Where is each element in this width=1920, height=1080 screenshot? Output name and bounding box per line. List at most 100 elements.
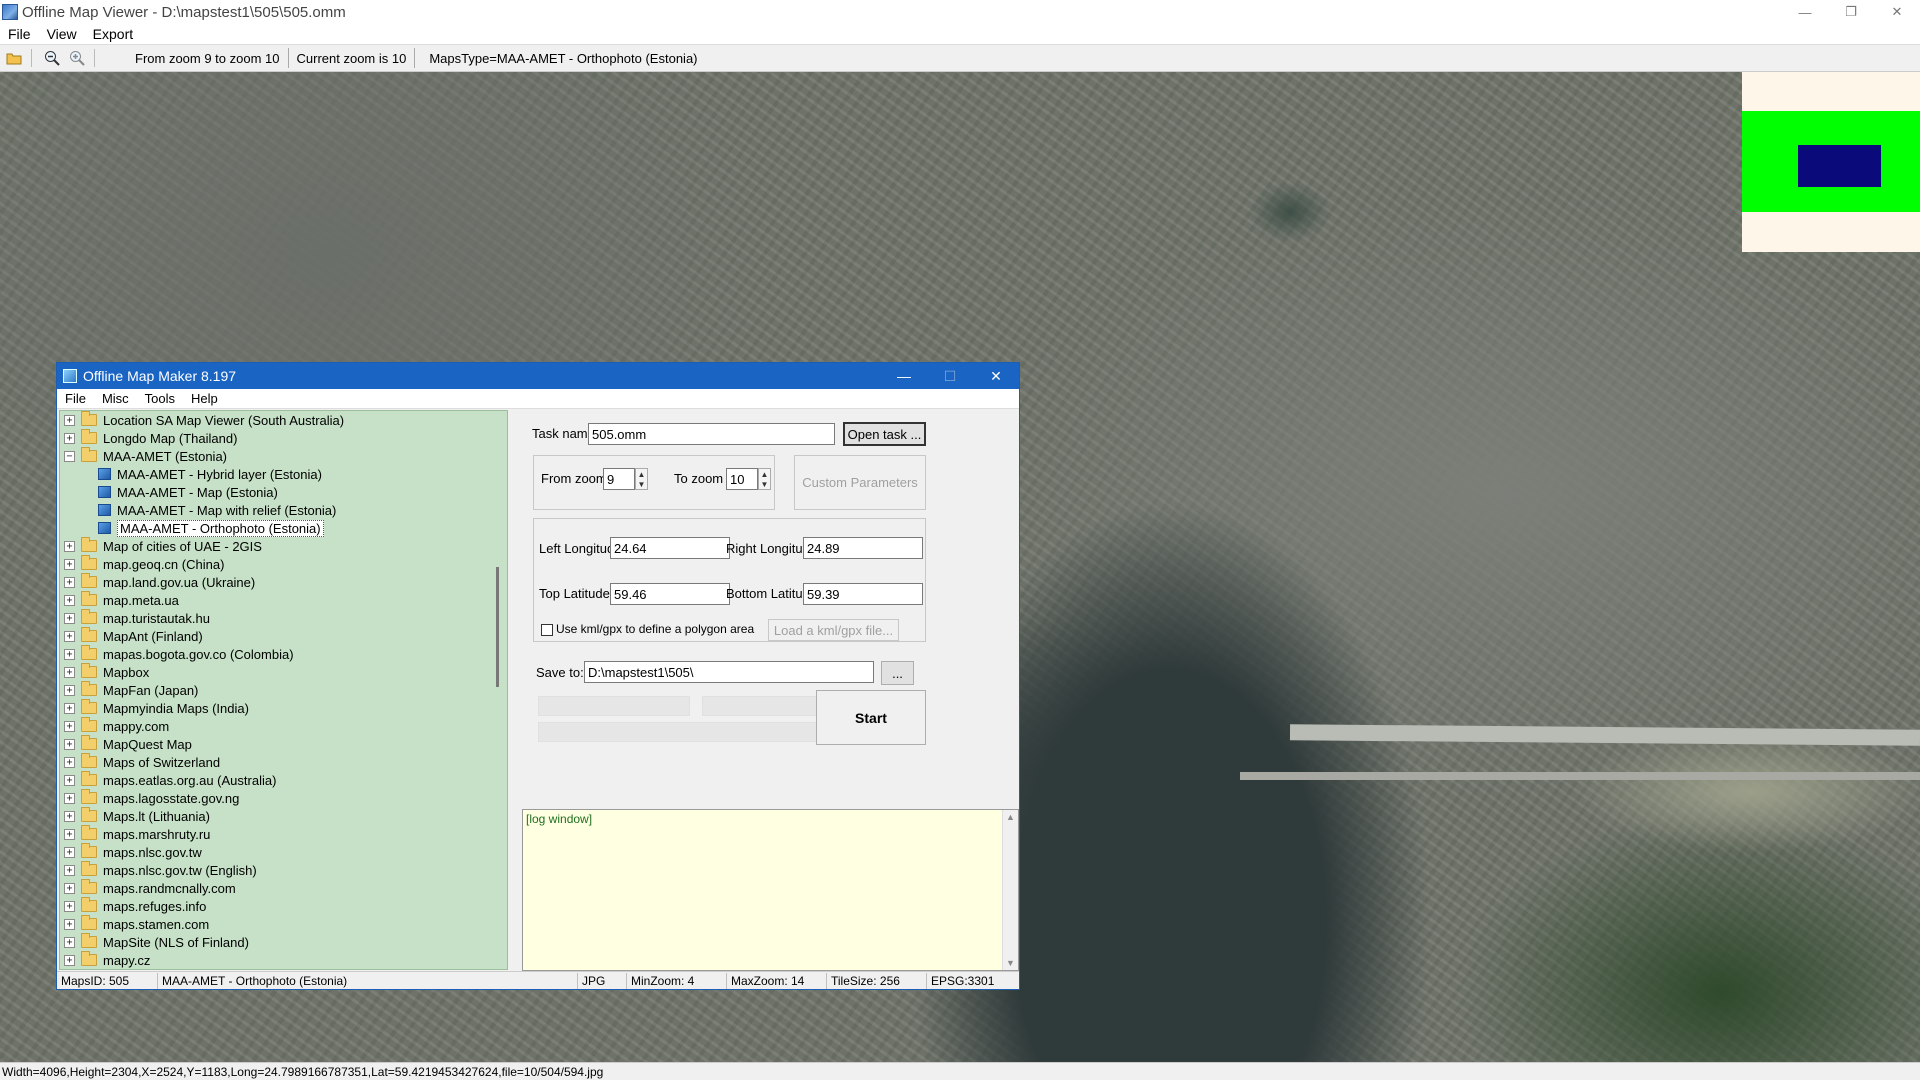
tree-provider-folder[interactable]: + mapy.cz — [60, 951, 507, 969]
tree-provider-folder[interactable]: + MapQuest Map — [60, 735, 507, 753]
tree-map-item[interactable]: MAA-AMET - Orthophoto (Estonia) — [60, 519, 507, 537]
dialog-menu-help[interactable]: Help — [183, 391, 226, 406]
tree-provider-folder[interactable]: + maps.refuges.info — [60, 897, 507, 915]
expand-icon[interactable]: + — [64, 936, 75, 948]
zoom-in-icon[interactable] — [66, 47, 88, 69]
tree-provider-folder[interactable]: + maps.stamen.com — [60, 915, 507, 933]
expand-icon[interactable]: + — [64, 540, 75, 552]
tree-provider-folder[interactable]: + mapas.bogota.gov.co (Colombia) — [60, 645, 507, 663]
map-provider-tree[interactable]: + Location SA Map Viewer (South Australia… — [59, 410, 508, 970]
log-window[interactable]: [log window] ▲ ▼ — [522, 809, 1019, 971]
expand-icon[interactable]: + — [64, 774, 75, 786]
dialog-menu-misc[interactable]: Misc — [94, 391, 137, 406]
tree-provider-folder[interactable]: + Mapmyindia Maps (India) — [60, 699, 507, 717]
log-scrollbar[interactable]: ▲ ▼ — [1002, 810, 1018, 970]
expand-icon[interactable]: + — [64, 432, 75, 444]
tree-map-item[interactable]: MAA-AMET - Hybrid layer (Estonia) — [60, 465, 507, 483]
expand-icon[interactable]: + — [64, 558, 75, 570]
tree-provider-folder[interactable]: + map.geoq.cn (China) — [60, 555, 507, 573]
tree-provider-folder[interactable]: + map.land.gov.ua (Ukraine) — [60, 573, 507, 591]
custom-parameters-button[interactable]: Custom Parameters — [794, 455, 926, 510]
tree-provider-folder[interactable]: + map.turistautak.hu — [60, 609, 507, 627]
top-latitude-input[interactable]: 59.46 — [610, 583, 730, 605]
minimap-viewport-rect[interactable] — [1798, 145, 1881, 187]
tree-map-item[interactable]: MAA-AMET - Map with relief (Estonia) — [60, 501, 507, 519]
tree-provider-folder[interactable]: + MapSite (NLS of Finland) — [60, 933, 507, 951]
tree-provider-folder[interactable]: + Longdo Map (Thailand) — [60, 429, 507, 447]
tree-provider-folder[interactable]: + map.meta.ua — [60, 591, 507, 609]
tree-provider-folder[interactable]: + maps.randmcnally.com — [60, 879, 507, 897]
start-button[interactable]: Start — [816, 690, 926, 745]
tree-provider-folder[interactable]: − MAA-AMET (Estonia) — [60, 447, 507, 465]
expand-icon[interactable]: + — [64, 954, 75, 966]
spin-up-icon[interactable]: ▲ — [638, 470, 646, 479]
expand-icon[interactable]: + — [64, 828, 75, 840]
collapse-icon[interactable]: − — [64, 450, 75, 462]
expand-icon[interactable]: + — [64, 612, 75, 624]
tree-scrollbar-thumb[interactable] — [496, 567, 499, 687]
expand-icon[interactable]: + — [64, 576, 75, 588]
zoom-out-icon[interactable] — [41, 47, 63, 69]
minimize-button[interactable]: — — [1782, 0, 1828, 24]
expand-icon[interactable]: + — [64, 810, 75, 822]
restore-button[interactable]: ❐ — [1828, 0, 1874, 24]
expand-icon[interactable]: + — [64, 684, 75, 696]
expand-icon[interactable]: + — [64, 414, 75, 426]
dialog-menu-tools[interactable]: Tools — [137, 391, 183, 406]
menu-file[interactable]: File — [0, 26, 39, 42]
expand-icon[interactable]: + — [64, 882, 75, 894]
from-zoom-spinner[interactable]: ▲ ▼ — [635, 468, 648, 490]
task-name-input[interactable]: 505.omm — [588, 423, 835, 445]
tree-provider-folder[interactable]: + maps.marshruty.ru — [60, 825, 507, 843]
tree-map-item[interactable]: MAA-AMET - Map (Estonia) — [60, 483, 507, 501]
overview-minimap[interactable] — [1742, 72, 1920, 252]
spin-down-icon[interactable]: ▼ — [638, 480, 646, 489]
expand-icon[interactable]: + — [64, 900, 75, 912]
scroll-down-icon[interactable]: ▼ — [1006, 958, 1015, 968]
to-zoom-spinner[interactable]: ▲ ▼ — [758, 468, 771, 490]
expand-icon[interactable]: + — [64, 792, 75, 804]
tree-provider-folder[interactable]: + maps.lagosstate.gov.ng — [60, 789, 507, 807]
expand-icon[interactable]: + — [64, 738, 75, 750]
tree-scrollbar[interactable] — [491, 411, 507, 969]
menu-export[interactable]: Export — [85, 26, 141, 42]
to-zoom-input[interactable]: 10 — [726, 468, 758, 490]
tree-provider-folder[interactable]: + MapFan (Japan) — [60, 681, 507, 699]
spin-down-icon[interactable]: ▼ — [761, 480, 769, 489]
save-to-input[interactable]: D:\mapstest1\505\ — [584, 661, 874, 683]
expand-icon[interactable]: + — [64, 720, 75, 732]
open-folder-icon[interactable] — [3, 47, 25, 69]
use-kml-checkbox[interactable] — [541, 624, 553, 636]
tree-provider-folder[interactable]: + MapAnt (Finland) — [60, 627, 507, 645]
expand-icon[interactable]: + — [64, 594, 75, 606]
expand-icon[interactable]: + — [64, 648, 75, 660]
browse-folder-button[interactable]: ... — [881, 661, 914, 685]
right-longitude-input[interactable]: 24.89 — [803, 537, 923, 559]
left-longitude-input[interactable]: 24.64 — [610, 537, 730, 559]
tree-provider-folder[interactable]: + Mapbox — [60, 663, 507, 681]
tree-provider-folder[interactable]: + maps.eatlas.org.au (Australia) — [60, 771, 507, 789]
from-zoom-input[interactable]: 9 — [603, 468, 635, 490]
expand-icon[interactable]: + — [64, 846, 75, 858]
expand-icon[interactable]: + — [64, 702, 75, 714]
expand-icon[interactable]: + — [64, 666, 75, 678]
dialog-close-button[interactable]: ✕ — [973, 363, 1019, 389]
expand-icon[interactable]: + — [64, 918, 75, 930]
expand-icon[interactable]: + — [64, 864, 75, 876]
tree-provider-folder[interactable]: + Map of cities of UAE - 2GIS — [60, 537, 507, 555]
open-task-button[interactable]: Open task ... — [843, 422, 926, 446]
tree-provider-folder[interactable]: + Maps of Switzerland — [60, 753, 507, 771]
dialog-menu-file[interactable]: File — [57, 391, 94, 406]
dialog-minimize-button[interactable]: — — [881, 363, 927, 389]
tree-provider-folder[interactable]: + Maps.lt (Lithuania) — [60, 807, 507, 825]
spin-up-icon[interactable]: ▲ — [761, 470, 769, 479]
dialog-maximize-button[interactable]: ☐ — [927, 363, 973, 389]
tree-provider-folder[interactable]: + maps.nlsc.gov.tw (English) — [60, 861, 507, 879]
load-kml-button[interactable]: Load a kml/gpx file... — [768, 619, 899, 641]
bottom-latitude-input[interactable]: 59.39 — [803, 583, 923, 605]
tree-provider-folder[interactable]: + Location SA Map Viewer (South Australia… — [60, 411, 507, 429]
tree-provider-folder[interactable]: + mappy.com — [60, 717, 507, 735]
expand-icon[interactable]: + — [64, 756, 75, 768]
expand-icon[interactable]: + — [64, 630, 75, 642]
close-button[interactable]: ✕ — [1874, 0, 1920, 24]
